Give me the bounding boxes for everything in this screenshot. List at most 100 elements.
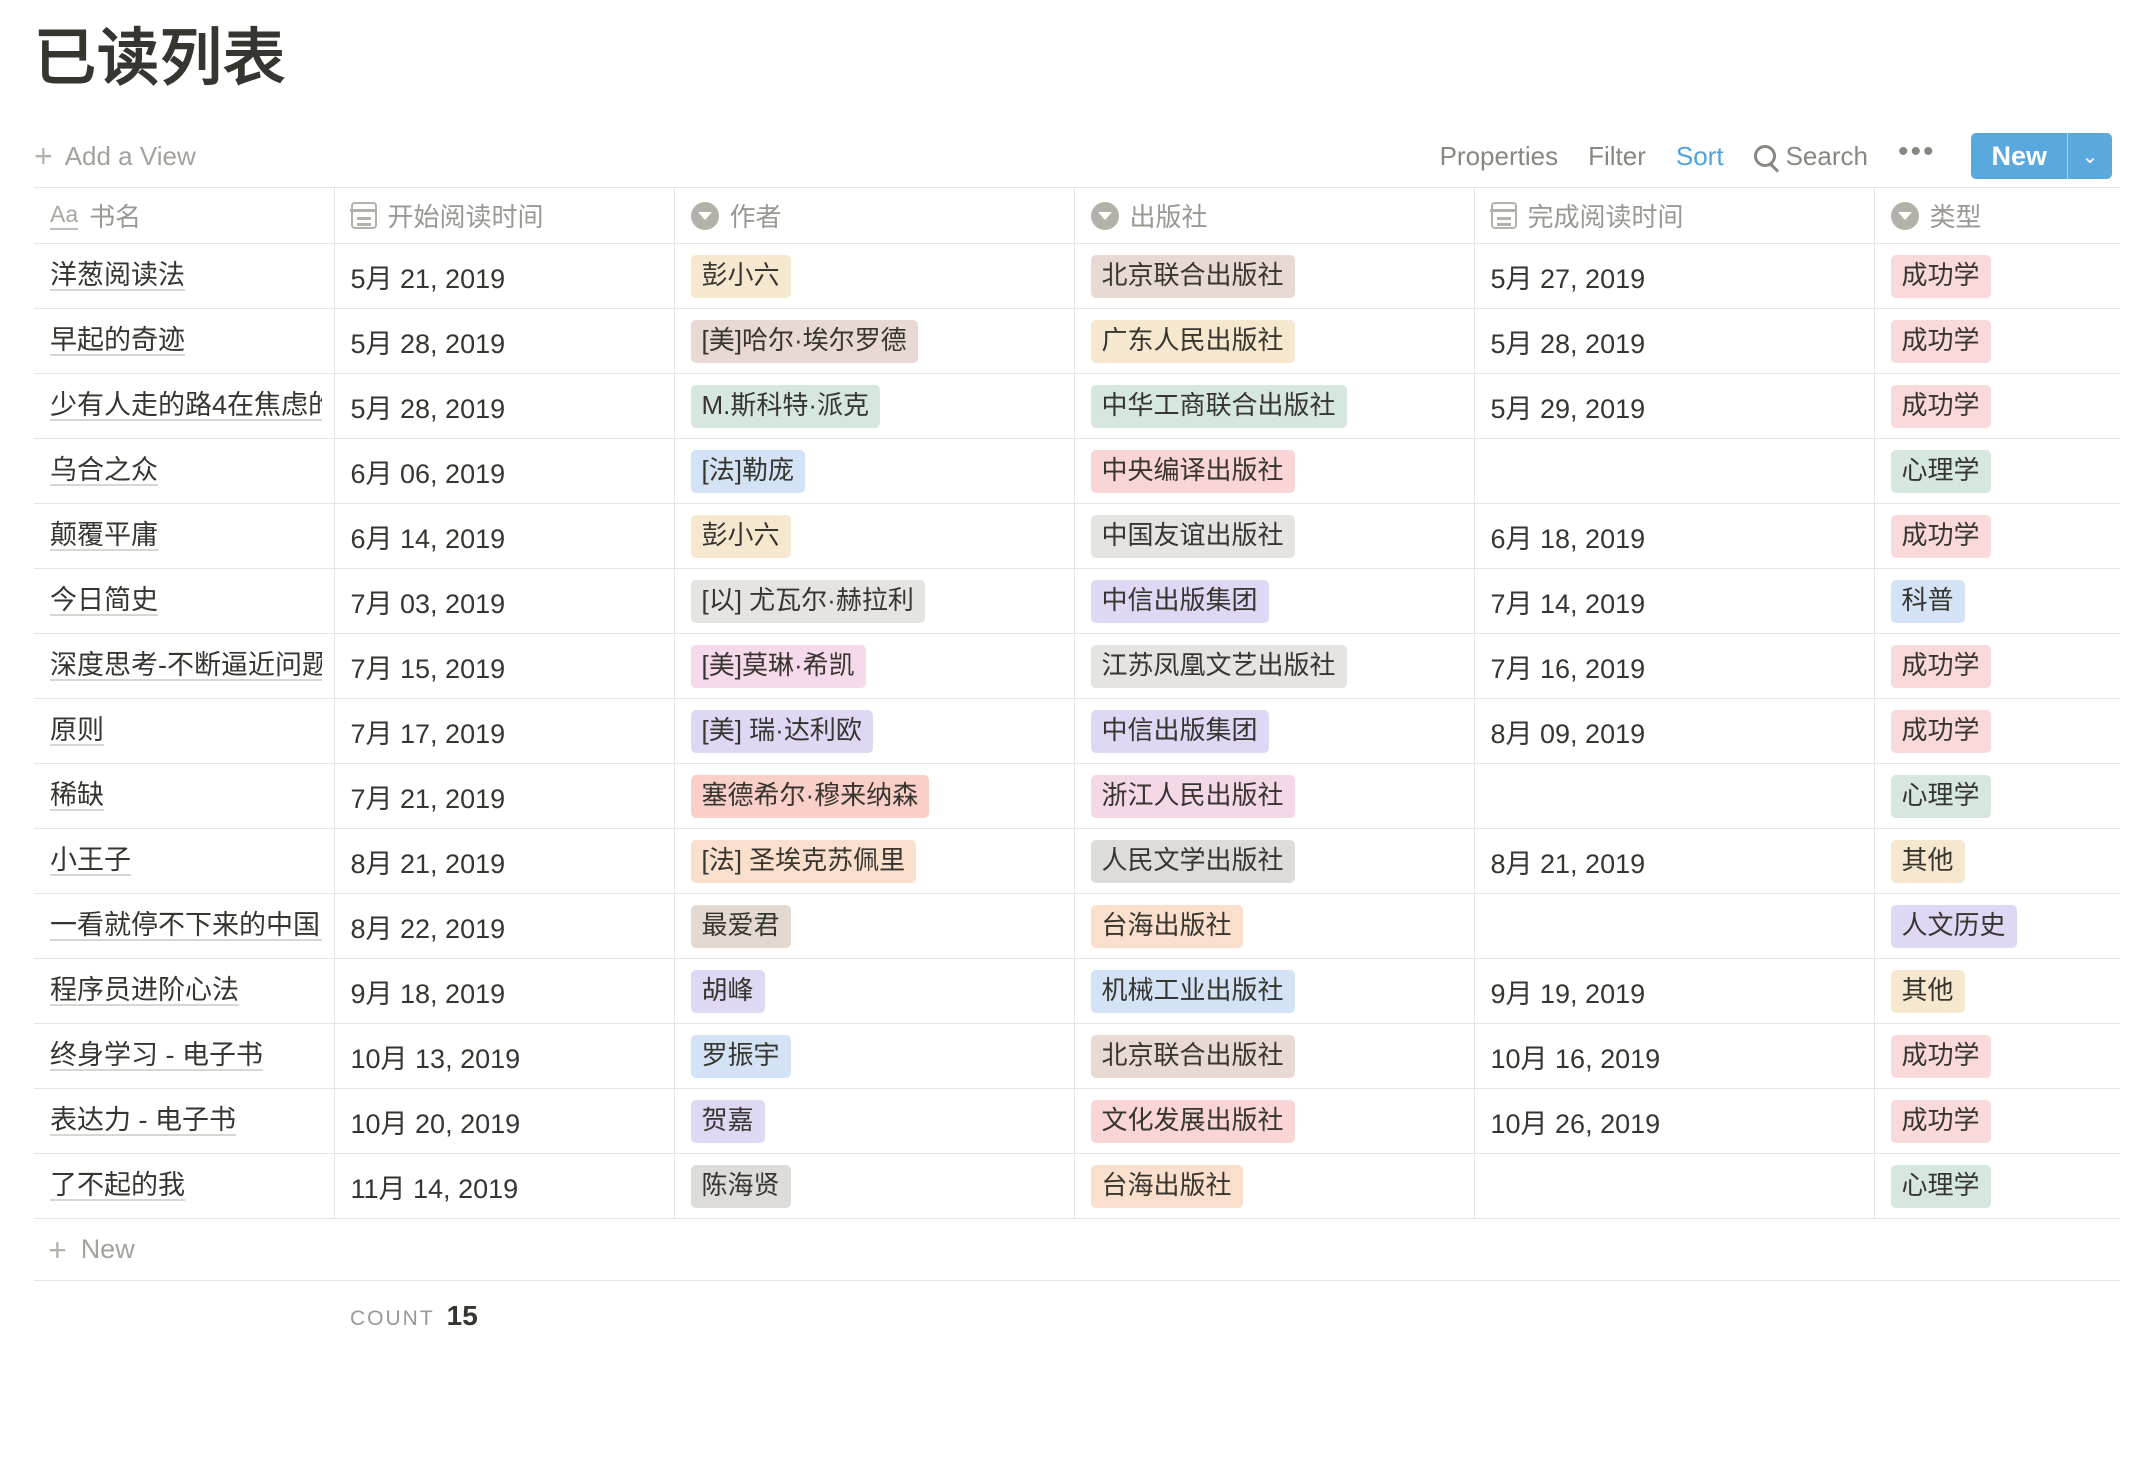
type-tag[interactable]: 成功学 [1890, 514, 1991, 558]
author-tag[interactable]: [美]莫琳·希凯 [690, 644, 866, 688]
publisher-cell[interactable]: 江苏凤凰文艺出版社 [1074, 633, 1475, 699]
start-cell[interactable]: 6月 06, 2019 [334, 438, 675, 504]
column-header-author[interactable]: 作者 [674, 187, 1075, 244]
new-row-button[interactable]: + New [34, 1219, 2120, 1282]
type-tag[interactable]: 成功学 [1890, 1099, 1991, 1143]
start-cell[interactable]: 8月 21, 2019 [334, 828, 675, 894]
author-tag[interactable]: 陈海贤 [690, 1164, 791, 1208]
publisher-tag[interactable]: 江苏凤凰文艺出版社 [1090, 644, 1347, 688]
title-cell[interactable]: 了不起的我 [34, 1153, 335, 1220]
author-tag[interactable]: 彭小六 [690, 514, 791, 558]
title[interactable]: 早起的奇迹 [50, 318, 185, 357]
type-cell[interactable]: 成功学 [1874, 243, 2120, 309]
author-cell[interactable]: M.斯科特·派克 [674, 373, 1075, 439]
type-tag[interactable]: 科普 [1890, 579, 1965, 623]
title[interactable]: 乌合之众 [50, 448, 158, 487]
publisher-tag[interactable]: 浙江人民出版社 [1090, 774, 1295, 818]
type-tag[interactable]: 其他 [1890, 839, 1965, 883]
author-cell[interactable]: [法] 圣埃克苏佩里 [674, 828, 1075, 894]
title-cell[interactable]: 早起的奇迹 [34, 308, 335, 374]
start-cell[interactable]: 5月 21, 2019 [334, 243, 675, 309]
start-cell[interactable]: 7月 03, 2019 [334, 568, 675, 634]
properties-button[interactable]: Properties [1440, 141, 1559, 172]
publisher-tag[interactable]: 中华工商联合出版社 [1090, 384, 1347, 428]
publisher-cell[interactable]: 中信出版集团 [1074, 568, 1475, 634]
table-row[interactable]: 了不起的我 11月 14, 2019 陈海贤 台海出版社 心理学 [34, 1153, 2120, 1220]
finish-cell[interactable] [1474, 1153, 1875, 1220]
start-cell[interactable]: 5月 28, 2019 [334, 373, 675, 439]
title[interactable]: 稀缺 [50, 773, 104, 812]
finish-cell[interactable]: 5月 27, 2019 [1474, 243, 1875, 309]
start-cell[interactable]: 8月 22, 2019 [334, 893, 675, 959]
finish-cell[interactable]: 9月 19, 2019 [1474, 958, 1875, 1024]
publisher-cell[interactable]: 中国友谊出版社 [1074, 503, 1475, 569]
start-cell[interactable]: 7月 17, 2019 [334, 698, 675, 764]
publisher-tag[interactable]: 中央编译出版社 [1090, 449, 1295, 493]
publisher-cell[interactable]: 广东人民出版社 [1074, 308, 1475, 374]
finish-cell[interactable]: 8月 09, 2019 [1474, 698, 1875, 764]
author-tag[interactable]: M.斯科特·派克 [690, 384, 881, 428]
title-cell[interactable]: 一看就停不下来的中国! [34, 893, 335, 959]
title-cell[interactable]: 终身学习 - 电子书 [34, 1023, 335, 1089]
table-row[interactable]: 小王子 8月 21, 2019 [法] 圣埃克苏佩里 人民文学出版社 8月 21, 20… [34, 828, 2120, 894]
add-view-button[interactable]: + Add a View [34, 140, 196, 172]
publisher-tag[interactable]: 台海出版社 [1090, 1164, 1243, 1208]
publisher-tag[interactable]: 台海出版社 [1090, 904, 1243, 948]
title[interactable]: 深度思考-不断逼近问题 [50, 643, 322, 682]
author-tag[interactable]: 彭小六 [690, 254, 791, 298]
table-row[interactable]: 洋葱阅读法 5月 21, 2019 彭小六 北京联合出版社 5月 27, 2019 成功学 [34, 243, 2120, 309]
author-cell[interactable]: 最爱君 [674, 893, 1075, 959]
type-tag[interactable]: 心理学 [1890, 1164, 1991, 1208]
column-header-finish-date[interactable]: 完成阅读时间 [1474, 187, 1875, 244]
title[interactable]: 了不起的我 [50, 1163, 185, 1202]
type-cell[interactable]: 成功学 [1874, 1023, 2120, 1089]
publisher-cell[interactable]: 北京联合出版社 [1074, 1023, 1475, 1089]
author-cell[interactable]: 彭小六 [674, 243, 1075, 309]
author-tag[interactable]: [法]勒庞 [690, 449, 805, 493]
finish-cell[interactable]: 7月 16, 2019 [1474, 633, 1875, 699]
publisher-cell[interactable]: 台海出版社 [1074, 1153, 1475, 1220]
author-cell[interactable]: 罗振宇 [674, 1023, 1075, 1089]
count-calculation[interactable]: COUNT 15 [334, 1300, 478, 1332]
title[interactable]: 原则 [50, 708, 104, 747]
new-button[interactable]: New [1971, 133, 2067, 179]
column-header-type[interactable]: 类型 [1874, 187, 2120, 244]
author-tag[interactable]: [美]哈尔·埃尔罗德 [690, 319, 918, 363]
author-cell[interactable]: 塞德希尔·穆来纳森 [674, 763, 1075, 829]
type-cell[interactable]: 心理学 [1874, 1153, 2120, 1220]
type-cell[interactable]: 成功学 [1874, 503, 2120, 569]
author-tag[interactable]: 塞德希尔·穆来纳森 [690, 774, 930, 818]
table-row[interactable]: 今日简史 7月 03, 2019 [以] 尤瓦尔·赫拉利 中信出版集团 7月 14, 2… [34, 568, 2120, 634]
type-tag[interactable]: 心理学 [1890, 774, 1991, 818]
author-tag[interactable]: [法] 圣埃克苏佩里 [690, 839, 917, 883]
title[interactable]: 今日简史 [50, 578, 158, 617]
publisher-tag[interactable]: 机械工业出版社 [1090, 969, 1295, 1013]
type-cell[interactable]: 科普 [1874, 568, 2120, 634]
title[interactable]: 终身学习 - 电子书 [50, 1033, 263, 1072]
search-button[interactable]: Search [1753, 141, 1868, 172]
type-cell[interactable]: 心理学 [1874, 438, 2120, 504]
author-cell[interactable]: 陈海贤 [674, 1153, 1075, 1220]
type-tag[interactable]: 其他 [1890, 969, 1965, 1013]
start-cell[interactable]: 11月 14, 2019 [334, 1153, 675, 1220]
table-row[interactable]: 少有人走的路4在焦虑的 5月 28, 2019 M.斯科特·派克 中华工商联合出版社 5… [34, 373, 2120, 439]
column-header-start-date[interactable]: 开始阅读时间 [334, 187, 675, 244]
publisher-cell[interactable]: 中央编译出版社 [1074, 438, 1475, 504]
type-tag[interactable]: 成功学 [1890, 384, 1991, 428]
author-cell[interactable]: 胡峰 [674, 958, 1075, 1024]
table-row[interactable]: 一看就停不下来的中国! 8月 22, 2019 最爱君 台海出版社 人文历史 [34, 893, 2120, 959]
publisher-tag[interactable]: 北京联合出版社 [1090, 254, 1295, 298]
title-cell[interactable]: 颠覆平庸 [34, 503, 335, 569]
author-cell[interactable]: [美]哈尔·埃尔罗德 [674, 308, 1075, 374]
title-cell[interactable]: 原则 [34, 698, 335, 764]
title[interactable]: 表达力 - 电子书 [50, 1098, 236, 1137]
publisher-cell[interactable]: 浙江人民出版社 [1074, 763, 1475, 829]
type-tag[interactable]: 成功学 [1890, 709, 1991, 753]
type-cell[interactable]: 心理学 [1874, 763, 2120, 829]
finish-cell[interactable] [1474, 763, 1875, 829]
author-cell[interactable]: [以] 尤瓦尔·赫拉利 [674, 568, 1075, 634]
start-cell[interactable]: 7月 21, 2019 [334, 763, 675, 829]
title-cell[interactable]: 乌合之众 [34, 438, 335, 504]
start-cell[interactable]: 7月 15, 2019 [334, 633, 675, 699]
finish-cell[interactable] [1474, 893, 1875, 959]
